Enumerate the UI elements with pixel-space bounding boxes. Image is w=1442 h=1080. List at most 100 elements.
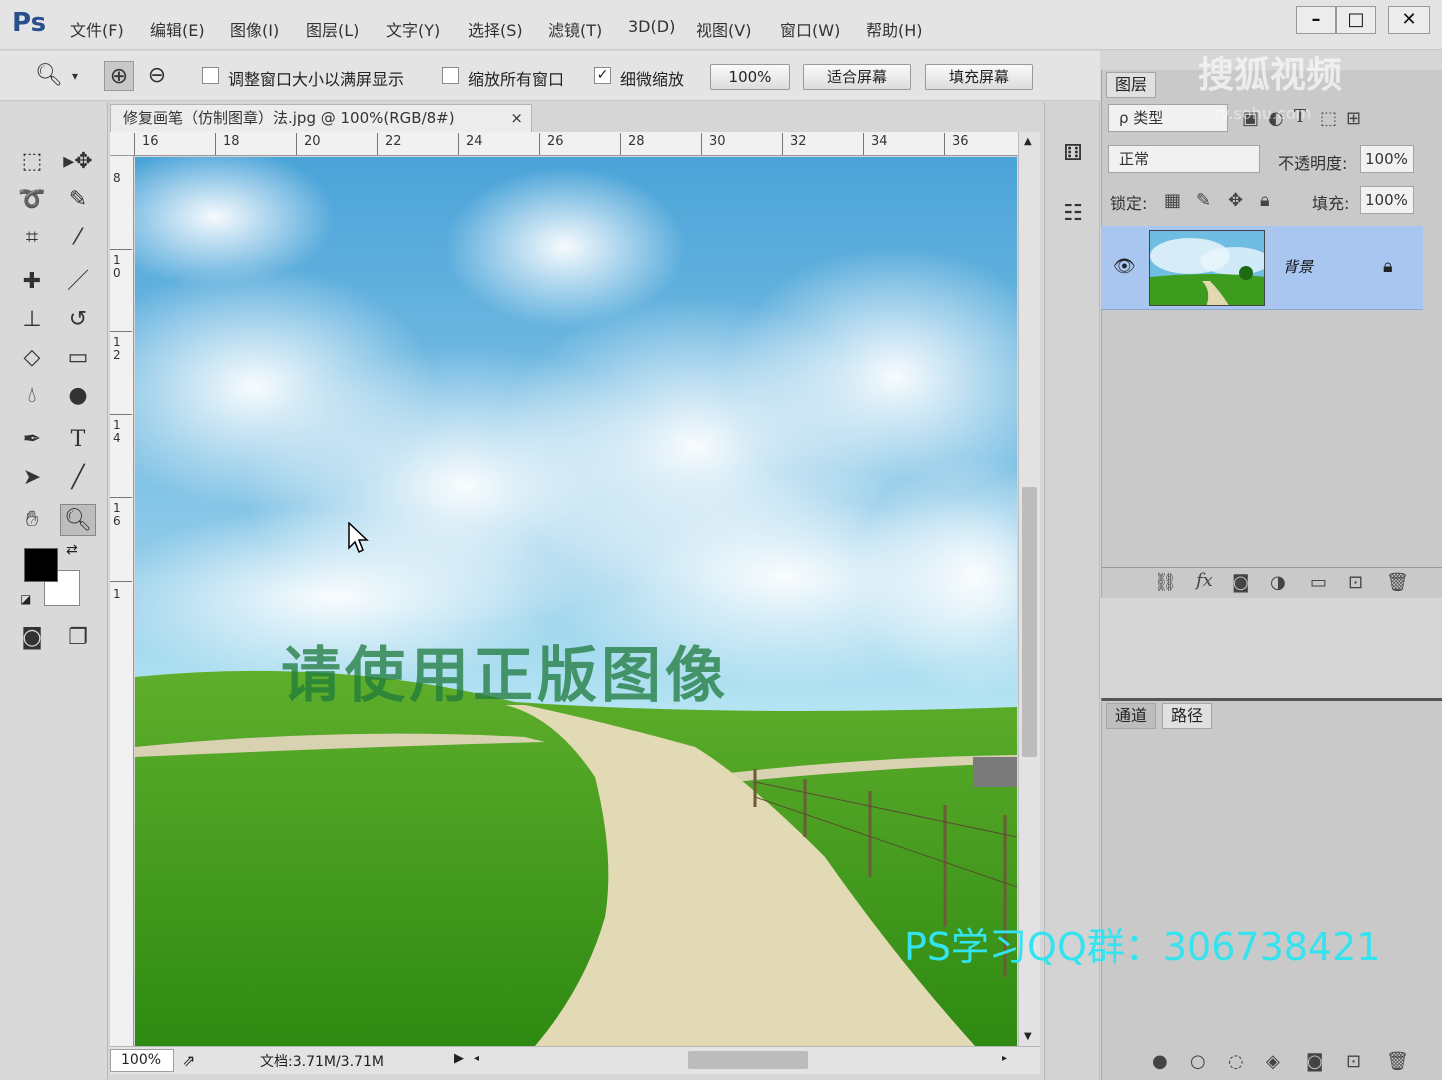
clone-stamp-icon[interactable]: ⊥: [14, 304, 50, 336]
zoom-all-windows-checkbox[interactable]: [442, 67, 459, 84]
chevron-down-icon[interactable]: ▾: [66, 61, 84, 91]
layer-row-background[interactable]: 👁︎ 背景 🔒︎: [1101, 226, 1423, 310]
delete-layer-icon[interactable]: 🗑︎: [1386, 572, 1409, 593]
zoom-out-icon[interactable]: ⊖: [142, 61, 172, 91]
opacity-input[interactable]: 100%: [1360, 145, 1414, 173]
eyedropper-icon[interactable]: ⁄: [60, 222, 96, 254]
layer-name[interactable]: 背景: [1283, 256, 1313, 277]
ruler-h-label: 34: [871, 134, 888, 149]
delete-channel-icon[interactable]: 🗑︎: [1386, 1051, 1409, 1072]
menu-help[interactable]: 帮助(H): [866, 17, 923, 41]
new-group-icon[interactable]: ▭: [1310, 572, 1327, 593]
blur-icon[interactable]: 💧︎: [14, 380, 50, 412]
ruler-h-label: 30: [709, 134, 726, 149]
pen-icon[interactable]: ✒: [14, 424, 50, 456]
history-brush-icon[interactable]: ↺: [60, 304, 96, 336]
photoshop-logo: Ps: [12, 8, 47, 38]
menu-view[interactable]: 视图(V): [696, 17, 751, 41]
new-channel-icon[interactable]: ⊡: [1346, 1051, 1361, 1072]
lock-position-icon[interactable]: ✥: [1228, 190, 1243, 211]
default-colors-icon[interactable]: ◪: [20, 592, 31, 606]
move-icon[interactable]: ▸✥: [60, 146, 96, 178]
screen-mode-icon[interactable]: ❐: [60, 622, 96, 654]
fit-screen-button[interactable]: 适合屏幕: [803, 64, 911, 90]
marquee-icon[interactable]: ⬚: [14, 146, 50, 178]
menu-file[interactable]: 文件(F): [70, 17, 124, 41]
fill-input[interactable]: 100%: [1360, 186, 1414, 214]
zoom-tool-icon[interactable]: 🔍︎: [60, 504, 96, 536]
quick-mask-icon[interactable]: ◙: [14, 622, 50, 654]
actual-pixels-button[interactable]: 100%: [710, 64, 790, 90]
horizontal-ruler: 16 18 20 22 24 26 28 30 32 34 36: [110, 132, 1040, 156]
path-select-icon[interactable]: ➤: [14, 462, 50, 494]
swap-colors-icon[interactable]: ⇄: [66, 542, 78, 558]
dodge-icon[interactable]: ●: [60, 380, 96, 412]
channels-tab[interactable]: 通道: [1106, 703, 1157, 729]
gradient-icon[interactable]: ▭: [60, 342, 96, 374]
zoom-level-field[interactable]: 100%: [110, 1049, 174, 1072]
minimize-button[interactable]: –: [1296, 6, 1336, 34]
menu-filter[interactable]: 滤镜(T): [548, 17, 602, 41]
maximize-button[interactable]: □: [1336, 6, 1376, 34]
new-layer-icon[interactable]: ⊡: [1348, 572, 1363, 593]
status-menu-arrow-icon[interactable]: ▶: [454, 1051, 464, 1066]
zoom-in-icon[interactable]: ⊕: [104, 61, 134, 91]
document-canvas[interactable]: 请使用正版图像: [135, 157, 1017, 1046]
lock-transparency-icon[interactable]: ▦: [1164, 190, 1181, 211]
close-document-icon[interactable]: ×: [510, 105, 523, 132]
layer-mask-icon[interactable]: ◙: [1232, 572, 1249, 593]
document-tab[interactable]: 修复画笔（仿制图章）法.jpg @ 100%(RGB/8#) ×: [110, 104, 532, 132]
horizontal-scroll-thumb[interactable]: [688, 1051, 808, 1069]
filter-smart-object-icon[interactable]: ⊞: [1346, 108, 1361, 129]
properties-panel-icon[interactable]: ☷: [1059, 200, 1087, 228]
eraser-icon[interactable]: ◇: [14, 342, 50, 374]
menu-window[interactable]: 窗口(W): [780, 17, 840, 41]
layer-filter-select[interactable]: ρ 类型: [1108, 104, 1228, 132]
layers-tab[interactable]: 图层: [1106, 72, 1157, 98]
blend-mode-select[interactable]: 正常: [1108, 145, 1260, 173]
menu-3d[interactable]: 3D(D): [628, 17, 675, 36]
lock-all-icon[interactable]: 🔒︎: [1260, 190, 1270, 211]
menu-select[interactable]: 选择(S): [468, 17, 523, 41]
paths-tab[interactable]: 路径: [1162, 703, 1213, 729]
dotted-circle-icon[interactable]: ◌: [1228, 1051, 1244, 1072]
opacity-label: 不透明度:: [1278, 154, 1348, 173]
export-icon[interactable]: ⇗: [182, 1051, 195, 1070]
vertical-scrollbar[interactable]: ▲ ▼: [1018, 132, 1040, 1046]
lasso-icon[interactable]: ➰: [14, 184, 50, 216]
mask-icon[interactable]: ◙: [1306, 1051, 1323, 1072]
adjustment-layer-icon[interactable]: ◑: [1270, 572, 1286, 593]
load-selection-icon[interactable]: ●: [1152, 1051, 1168, 1072]
license-warning-text: 请使用正版图像: [281, 641, 729, 711]
lock-pixels-icon[interactable]: ✎: [1196, 190, 1211, 211]
close-button[interactable]: ✕: [1388, 6, 1430, 34]
diamond-icon[interactable]: ◈: [1266, 1051, 1280, 1072]
menu-image[interactable]: 图像(I): [230, 17, 279, 41]
menu-edit[interactable]: 编辑(E): [150, 17, 205, 41]
resize-windows-checkbox[interactable]: [202, 67, 219, 84]
fill-screen-button[interactable]: 填充屏幕: [925, 64, 1033, 90]
scroll-right-icon[interactable]: ▸: [1002, 1053, 1007, 1064]
menu-type[interactable]: 文字(Y): [386, 17, 440, 41]
scrubby-zoom-checkbox[interactable]: ✓: [594, 67, 611, 84]
scroll-down-icon[interactable]: ▼: [1024, 1031, 1032, 1042]
line-icon[interactable]: ╱: [60, 462, 96, 494]
scroll-left-icon[interactable]: ◂: [474, 1053, 479, 1064]
menu-layer[interactable]: 图层(L): [306, 17, 359, 41]
eye-icon[interactable]: 👁︎: [1113, 256, 1136, 277]
zoom-tool-preset-icon[interactable]: 🔍︎: [34, 61, 64, 91]
scroll-up-icon[interactable]: ▲: [1024, 136, 1032, 147]
foreground-color-swatch[interactable]: [24, 548, 58, 582]
hand-icon[interactable]: ✋︎: [14, 504, 50, 536]
history-panel-icon[interactable]: ⚅: [1059, 140, 1087, 168]
save-selection-icon[interactable]: ○: [1190, 1051, 1206, 1072]
crop-icon[interactable]: ⌗: [14, 222, 50, 254]
layer-style-icon[interactable]: fx: [1196, 570, 1213, 591]
link-layers-icon[interactable]: ⛓: [1154, 572, 1177, 593]
type-icon[interactable]: T: [60, 424, 96, 456]
filter-shape-icon[interactable]: ⬚: [1320, 108, 1337, 129]
healing-brush-icon[interactable]: ✚: [14, 266, 50, 298]
brush-icon[interactable]: ／: [60, 266, 96, 298]
quick-select-icon[interactable]: ✎: [60, 184, 96, 216]
vertical-scroll-thumb[interactable]: [1022, 487, 1037, 757]
